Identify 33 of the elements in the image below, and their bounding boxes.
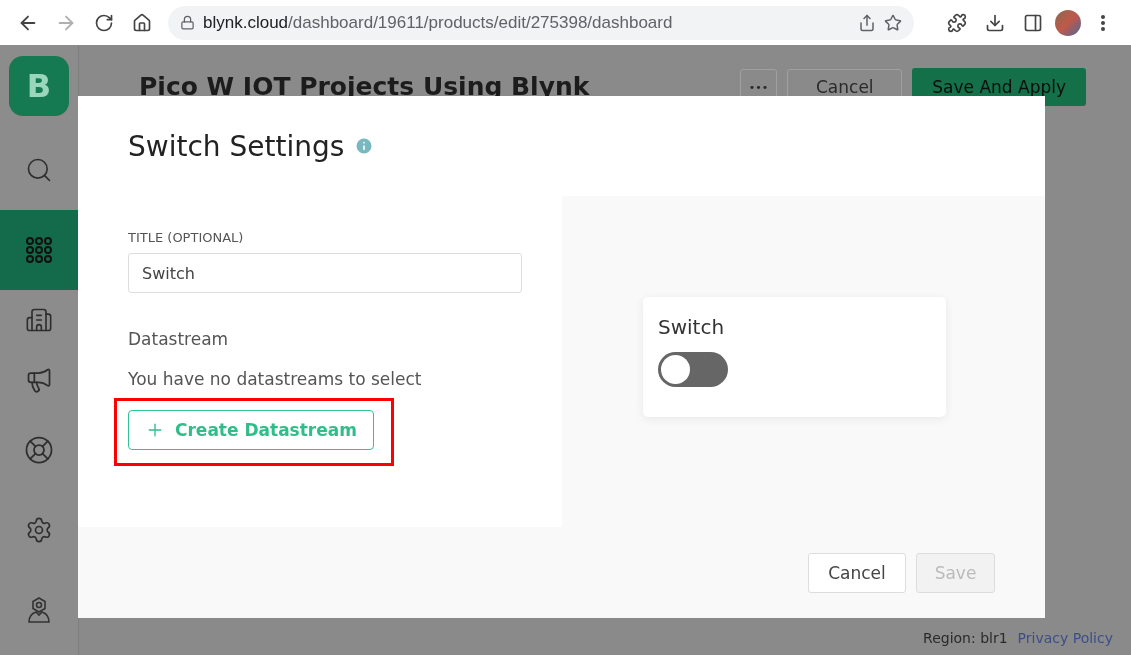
create-datastream-button[interactable]: Create Datastream (128, 410, 374, 450)
grid-icon (26, 237, 52, 263)
title-input-field[interactable]: Switch (128, 253, 522, 293)
home-icon (132, 12, 152, 33)
download-icon (985, 12, 1005, 33)
datastream-heading: Datastream (128, 329, 230, 349)
reload-icon (94, 12, 114, 33)
dialog-title: Switch Settings (128, 129, 345, 163)
settings-icon (25, 516, 53, 544)
dialog-cancel-button[interactable]: Cancel (808, 552, 906, 593)
user-icon (27, 597, 51, 623)
menu-icon (1101, 14, 1105, 31)
privacy-policy-link[interactable]: Privacy Policy (1017, 630, 1113, 646)
megaphone-icon (25, 366, 53, 394)
search-icon (25, 156, 53, 184)
bookmark-star-icon[interactable] (884, 13, 902, 32)
app-logo[interactable]: B (9, 56, 69, 116)
sidebar-item[interactable] (0, 210, 78, 290)
share-icon[interactable] (858, 13, 876, 32)
lifebuoy-icon (24, 435, 54, 465)
address-bar[interactable]: blynk.cloud/dashboard/19611/products/edit/275398/dashboard (168, 5, 914, 40)
profile-avatar[interactable] (1055, 9, 1081, 36)
field-label: TITLE (OPTIONAL) (128, 230, 245, 245)
url-host: blynk.cloud (203, 12, 289, 33)
side-panel-icon (1023, 12, 1043, 33)
url-path: /dashboard/19611/products/edit/275398/dashboard (288, 12, 673, 33)
toggle-switch[interactable] (658, 351, 728, 387)
region-label: Region: blr1 (923, 630, 1008, 646)
empty-datastream-message: You have no datastreams to select (128, 369, 423, 389)
lock-icon (180, 15, 195, 30)
puzzle-icon (947, 12, 967, 33)
switch-preview-label: Switch (658, 314, 726, 339)
building-icon (25, 306, 53, 334)
